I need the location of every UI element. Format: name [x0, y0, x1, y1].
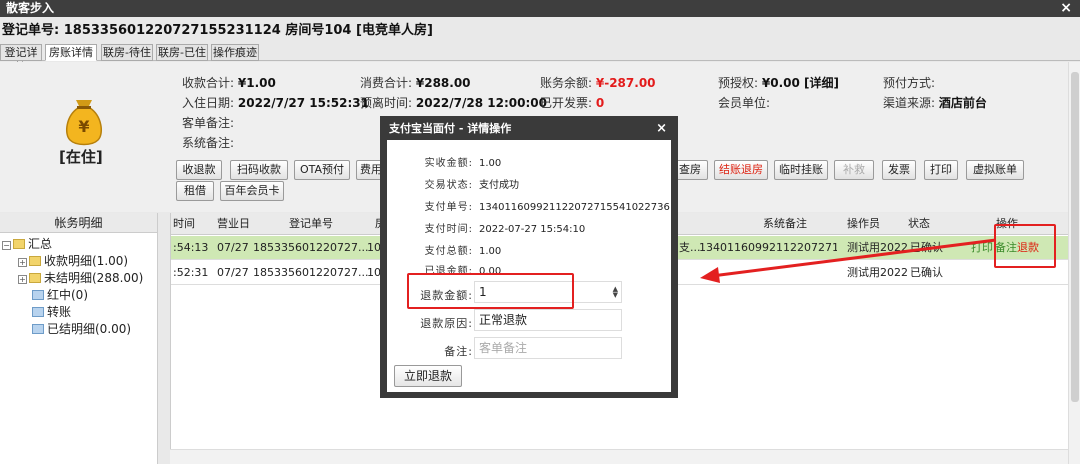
svg-text:¥: ¥ — [78, 117, 89, 136]
col-reg-no: 登记单号 — [289, 217, 333, 230]
close-icon[interactable]: × — [1060, 0, 1072, 16]
col-business-day: 营业日 — [217, 217, 250, 230]
window-title: 散客步入 — [6, 1, 55, 15]
folder-icon — [29, 273, 41, 283]
invoiced-count: 已开发票: 0 — [540, 96, 605, 110]
member-card-button[interactable]: 百年会员卡 — [220, 181, 284, 201]
temp-charge-button[interactable]: 临时挂账 — [774, 160, 828, 180]
tab-checkin-detail[interactable]: 登记详情 — [0, 44, 42, 74]
collapse-icon[interactable]: − — [2, 241, 11, 250]
tab-operation-log[interactable]: 操作痕迹 — [211, 44, 259, 61]
money-bag-icon: ¥ — [65, 100, 103, 146]
checkin-date: 入住日期: 2022/7/27 15:52:31 — [182, 96, 369, 110]
window-titlebar: 散客步入 × — [0, 0, 1080, 17]
remark-input[interactable]: 客单备注 — [474, 337, 622, 359]
refund-amount-highlight-box — [407, 273, 574, 309]
refund-dialog: 支付宝当面付 - 详情操作 × 实收金额: 1.00 交易状态: 支付成功 支付单号… — [380, 116, 678, 398]
detail-trade-status: 交易状态: 支付成功 — [424, 180, 519, 191]
guest-note: 客单备注: — [182, 116, 235, 130]
rent-button[interactable]: 租借 — [176, 181, 214, 201]
tree-item-received[interactable]: + 收款明细(1.00) — [18, 252, 128, 269]
prepay-method: 预付方式: — [883, 76, 936, 90]
stepper-icon[interactable]: ▲ ▼ — [613, 286, 618, 299]
folder-icon — [13, 239, 25, 249]
detail-pay-no: 支付单号: 134011609921122072715541022736 — [424, 202, 670, 213]
tree-item-summary[interactable]: − 汇总 — [2, 235, 52, 252]
received-total: 收款合计: ¥1.00 — [182, 76, 276, 90]
document-icon — [32, 290, 44, 300]
consume-total: 消费合计: ¥288.00 — [360, 76, 471, 90]
member-unit: 会员单位: — [718, 96, 771, 110]
document-icon — [32, 307, 44, 317]
horizontal-scrollbar[interactable] — [170, 449, 1068, 464]
expand-icon[interactable]: + — [18, 258, 27, 267]
remedy-button[interactable]: 补救 — [834, 160, 874, 180]
col-time: 时间 — [173, 217, 195, 230]
pointer-arrow — [700, 238, 997, 283]
tree-item-red[interactable]: 红中(0) — [32, 286, 88, 303]
account-balance: 账务余额: ¥-287.00 — [540, 76, 656, 90]
detail-pay-time: 支付时间: 2022-07-27 15:54:10 — [424, 224, 586, 235]
folder-icon — [29, 256, 41, 266]
refund-reason-input[interactable]: 正常退款 — [474, 309, 622, 331]
tab-linked-pending[interactable]: 联房-待住 — [101, 44, 153, 61]
dialog-title: 支付宝当面付 - 详情操作 — [389, 122, 512, 135]
expected-checkout: 预离时间: 2022/7/28 12:00:00 — [360, 96, 547, 110]
remark-label: 备注: — [444, 345, 473, 358]
pre-authorization: 预授权: ¥0.00 [详细] — [718, 76, 839, 90]
ota-prepay-button[interactable]: OTA预付 — [294, 160, 350, 180]
invoice-button[interactable]: 发票 — [882, 160, 916, 180]
refund-reason-label: 退款原因: — [420, 317, 473, 330]
scan-collect-button[interactable]: 扫码收款 — [230, 160, 288, 180]
dialog-body: 实收金额: 1.00 交易状态: 支付成功 支付单号: 134011609921122… — [387, 140, 671, 392]
stay-status: [在住] — [59, 148, 103, 166]
checkout-button[interactable]: 结账退房 — [714, 160, 768, 180]
registration-line: 登记单号: 18533560122072715523112​4 房间号104 [… — [2, 23, 433, 38]
document-icon — [32, 324, 44, 334]
tab-bar: 登记详情 房账详情 联房-待住 联房-已住 操作痕迹 — [0, 43, 1080, 74]
detail-received: 实收金额: 1.00 — [424, 158, 502, 169]
tab-room-account[interactable]: 房账详情 — [45, 44, 97, 61]
refund-collect-button[interactable]: 收退款 — [176, 160, 222, 180]
expand-icon[interactable]: + — [18, 275, 27, 284]
tree-item-settled[interactable]: 已结明细(0.00) — [32, 320, 131, 337]
tab-linked-stayed[interactable]: 联房-已住 — [156, 44, 208, 61]
dialog-close-icon[interactable]: × — [656, 119, 667, 139]
channel-source: 渠道来源: 酒店前台 — [883, 96, 987, 110]
print-button[interactable]: 打印 — [924, 160, 958, 180]
tree-header: 帐务明细 — [0, 213, 157, 233]
dialog-titlebar: 支付宝当面付 - 详情操作 × — [383, 119, 675, 139]
virtual-bill-button[interactable]: 虚拟账单 — [966, 160, 1024, 180]
account-tree-panel: 帐务明细 − 汇总 + 收款明细(1.00) + 未结明细(288.00) 红中(0)… — [0, 213, 158, 464]
tree-item-unsettled[interactable]: + 未结明细(288.00) — [18, 269, 143, 286]
system-note: 系统备注: — [182, 136, 235, 150]
vertical-scrollbar[interactable] — [1068, 62, 1080, 464]
refund-now-button[interactable]: 立即退款 — [394, 365, 462, 387]
scroll-thumb[interactable] — [1071, 72, 1079, 402]
detail-pay-total: 支付总额: 1.00 — [424, 246, 502, 257]
tree-item-transfer[interactable]: 转账 — [32, 303, 71, 320]
